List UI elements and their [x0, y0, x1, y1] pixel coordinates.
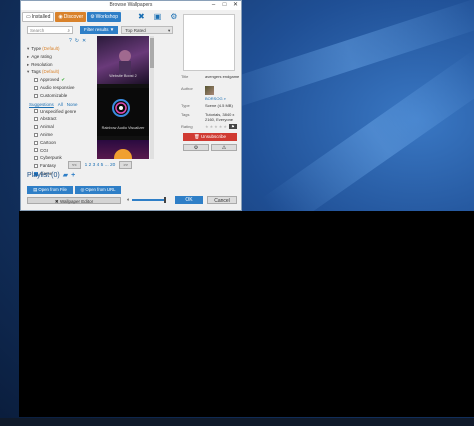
slider-handle[interactable]	[164, 197, 167, 203]
steam-icon: ⚙	[90, 14, 95, 20]
tag-audio-responsive[interactable]: Audio responsive	[27, 84, 83, 92]
chevron-down-icon: ▾	[167, 28, 171, 33]
detail-rating: Rating ★★★★★ ⚑	[181, 124, 237, 129]
wallpaper-thumbnail[interactable]: Rainbow Audio Visualizer	[97, 88, 149, 136]
tag-approved[interactable]: Approved ✔	[27, 76, 83, 84]
genre-item[interactable]: Unspecified genre	[27, 108, 83, 116]
filter-type[interactable]: ▾ Type (Default)	[27, 45, 83, 53]
cancel-button[interactable]: Cancel	[207, 196, 237, 204]
display-icon[interactable]: ▣	[154, 12, 162, 21]
genre-item[interactable]: Abstract	[27, 115, 83, 123]
tools-icon: ✖	[54, 199, 59, 204]
help-icon[interactable]: ?	[69, 38, 72, 44]
sort-dropdown[interactable]: Top Rated ▾	[121, 26, 174, 34]
sunset-art-icon	[114, 149, 132, 159]
open-from-file-button[interactable]: ▤ Open from File	[27, 186, 73, 194]
refresh-icon[interactable]: ↻	[75, 38, 79, 44]
filter-age-rating[interactable]: ▸ Age rating	[27, 53, 83, 61]
tab-discover[interactable]: ◉ Discover	[55, 12, 87, 22]
wallpaper-editor-button[interactable]: ✖ Wallpaper Editor	[27, 197, 121, 204]
globe-icon: ◎	[80, 187, 85, 192]
suggestions-label[interactable]: Suggestions	[29, 101, 54, 108]
detail-title: Title avengers endgame	[181, 74, 240, 79]
funnel-icon: ▼	[109, 27, 115, 32]
first-page-button[interactable]: <<	[68, 161, 81, 169]
file-icon: ▤	[33, 187, 38, 192]
genre-item[interactable]: Animal	[27, 123, 83, 131]
filter-results-button[interactable]: Filter results ▼	[80, 26, 119, 34]
title-bar: Browse Wallpapers – □ ✕	[21, 1, 241, 10]
filter-tags[interactable]: ▾ Tags (Default)	[27, 68, 83, 76]
genre-item[interactable]: Anime	[27, 131, 83, 139]
detail-tags: Tags Tutorials, 3840 x 2160, Everyone	[181, 112, 235, 122]
clear-filters-icon[interactable]: ✕	[82, 38, 86, 44]
steam-icon: ⚙	[193, 145, 199, 151]
tab-installed[interactable]: ▭ Installed	[22, 12, 55, 22]
tag-customizable[interactable]: Customizable	[27, 92, 83, 100]
author-name[interactable]: BORSOG	[205, 96, 223, 101]
tools-icon[interactable]: ✖	[138, 12, 145, 21]
flag-icon[interactable]: ⚑	[229, 124, 237, 129]
checkbox[interactable]	[34, 85, 38, 90]
search-icon: ⌕	[67, 28, 70, 33]
wallpaper-thumbnail[interactable]: Website Boost 2	[97, 36, 149, 84]
genre-item[interactable]: CGI	[27, 147, 83, 155]
settings-gear-icon[interactable]: ⚙	[170, 12, 177, 21]
tab-workshop[interactable]: ⚙ Workshop	[87, 12, 122, 22]
checkbox[interactable]	[34, 78, 38, 83]
scrollbar-thumb[interactable]	[150, 38, 154, 68]
select-none-link[interactable]: None	[67, 101, 78, 108]
open-from-url-button[interactable]: ◎ Open from URL	[75, 186, 121, 194]
wallpaper-preview	[183, 14, 235, 71]
rating-stars: ★★★★★	[205, 124, 228, 129]
detail-author: Author BORSOG ⌕	[181, 86, 226, 101]
maximize-icon[interactable]: □	[219, 1, 230, 10]
avatar[interactable]	[205, 86, 214, 95]
search-icon[interactable]: ⌕	[224, 96, 226, 101]
chevron-down-icon: ▾	[27, 69, 30, 75]
speaker-icon: ◐	[127, 197, 131, 203]
wallpaper-grid: Website Boost 2 Rainbow Audio Visualizer	[97, 36, 149, 159]
playlist-header: Playlist (0) ▰ +	[27, 171, 75, 180]
steam-page-button[interactable]: ⚙	[183, 144, 209, 151]
compass-icon: ◉	[58, 14, 63, 20]
filter-resolution[interactable]: ▸ Resolution	[27, 61, 83, 69]
volume-control: ◐	[127, 197, 167, 203]
taskbar	[0, 418, 474, 426]
search-input[interactable]: Search ⌕	[27, 26, 73, 34]
filter-panel: ▾ Type (Default) ▸ Age rating ▸ Resolution …	[27, 45, 83, 178]
chevron-down-icon: ▾	[27, 46, 30, 51]
detail-type: Type Scene (4.5 MB)	[181, 103, 233, 108]
pagination: << 1 2 3 4 5 ... 20 >>	[68, 161, 133, 169]
genre-item[interactable]: Cartoon	[27, 139, 83, 147]
warning-icon: ⚠	[221, 145, 227, 151]
chevron-right-icon: ▸	[27, 53, 30, 59]
black-overlay	[19, 211, 474, 417]
wallpaper-thumbnail[interactable]	[97, 140, 149, 159]
grid-scrollbar[interactable]	[150, 36, 154, 159]
monitor-icon: ▭	[26, 14, 31, 20]
playlist-label: Playlist (0)	[27, 171, 60, 179]
report-button[interactable]: ⚠	[211, 144, 237, 151]
page-numbers[interactable]: 1 2 3 4 5 ... 20	[82, 163, 119, 168]
next-page-button[interactable]: >>	[119, 161, 133, 169]
check-icon: ✔	[61, 77, 66, 83]
unsubscribe-button[interactable]: 🗑 Unsubscribe	[183, 133, 237, 141]
folder-icon[interactable]: ▰	[63, 171, 68, 179]
minimize-icon[interactable]: –	[208, 1, 219, 10]
close-icon[interactable]: ✕	[230, 1, 241, 10]
chevron-right-icon: ▸	[27, 61, 30, 67]
volume-slider[interactable]	[132, 197, 167, 203]
browse-wallpapers-window: Browse Wallpapers – □ ✕ ▭ Installed ◉ Disc…	[20, 0, 242, 211]
select-all-link[interactable]: All	[58, 101, 63, 108]
trash-icon: 🗑	[194, 134, 200, 139]
checkbox[interactable]	[34, 93, 38, 98]
add-icon[interactable]: +	[71, 172, 75, 179]
ok-button[interactable]: OK	[175, 196, 203, 204]
